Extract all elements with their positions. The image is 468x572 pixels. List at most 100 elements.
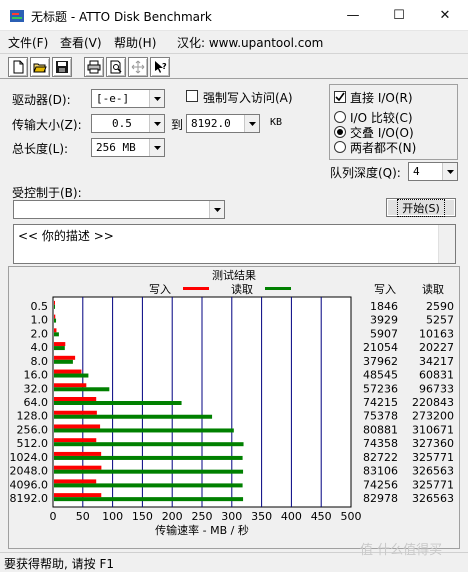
menu-view[interactable]: 查看(V)	[60, 34, 102, 51]
write-value: 82978	[363, 492, 398, 505]
read-value: 20227	[419, 341, 454, 354]
write-value: 48545	[363, 369, 398, 382]
write-value: 80881	[363, 423, 398, 436]
x-tick-label: 450	[311, 510, 332, 523]
table-header-read: 读取	[422, 282, 444, 296]
read-value: 326563	[412, 492, 454, 505]
new-button[interactable]	[8, 57, 28, 77]
open-button[interactable]	[30, 57, 50, 77]
menu-file[interactable]: 文件(F)	[8, 34, 48, 51]
neither-radio[interactable]	[334, 141, 346, 153]
write-bar	[54, 451, 102, 456]
menu-localized-by[interactable]: 汉化: www.upantool.com	[177, 34, 323, 51]
print-button[interactable]	[84, 57, 104, 77]
chevron-down-icon[interactable]	[209, 201, 224, 218]
read-bar	[54, 469, 244, 474]
write-bar	[54, 493, 102, 498]
force-write-checkbox[interactable]	[186, 90, 198, 102]
y-tick-label: 2048.0	[10, 465, 49, 478]
read-value: 220843	[412, 396, 454, 409]
read-bar	[54, 373, 89, 378]
write-bar	[54, 424, 101, 429]
read-value: 2590	[426, 300, 454, 313]
direct-io-checkbox[interactable]	[334, 91, 346, 103]
total-length-select[interactable]: 256 MB	[91, 138, 165, 157]
chevron-down-icon[interactable]	[442, 163, 457, 180]
x-tick-label: 0	[50, 510, 57, 523]
menu-bar: 文件(F) 查看(V) 帮助(H) 汉化: www.upantool.com	[0, 31, 468, 51]
legend-label: 读取	[231, 282, 253, 296]
controlled-by-select[interactable]	[13, 200, 225, 219]
to-label: 到	[171, 118, 184, 132]
x-tick-label: 400	[281, 510, 302, 523]
write-value: 3929	[370, 314, 398, 327]
start-button-label: 开始(S)	[397, 198, 445, 217]
read-bar	[54, 497, 244, 502]
save-button[interactable]	[52, 57, 72, 77]
x-tick-label: 250	[192, 510, 213, 523]
transfer-from-value: 0.5	[112, 117, 132, 130]
chevron-down-icon[interactable]	[149, 90, 164, 107]
read-value: 10163	[419, 327, 454, 340]
print-icon	[87, 60, 101, 74]
force-write-label: 强制写入访问(A)	[203, 91, 293, 105]
drive-select[interactable]: [-e-]	[91, 89, 165, 108]
app-icon	[10, 10, 24, 22]
y-tick-label: 1.0	[31, 314, 49, 327]
drive-label: 驱动器(D):	[12, 93, 71, 107]
write-bar	[54, 355, 76, 360]
y-tick-label: 128.0	[17, 410, 49, 423]
start-button[interactable]: 开始(S)	[386, 198, 456, 217]
description-text: << 你的描述 >>	[18, 229, 114, 243]
minimize-button[interactable]: —	[330, 0, 376, 31]
print-preview-button[interactable]	[106, 57, 126, 77]
x-tick-label: 500	[341, 510, 362, 523]
drive-value: [-e-]	[96, 92, 130, 105]
status-text: 要获得帮助, 请按 F1	[4, 557, 114, 571]
read-bar	[54, 304, 55, 309]
transfer-from-select[interactable]: 0.5	[91, 114, 165, 133]
context-help-button[interactable]: ?	[150, 57, 170, 77]
read-value: 96733	[419, 382, 454, 395]
write-bar	[54, 397, 97, 401]
overlap-io-radio[interactable]	[334, 126, 346, 138]
chevron-down-icon[interactable]	[244, 115, 259, 132]
total-length-value: 256 MB	[96, 141, 136, 154]
controlled-by-label: 受控制于(B):	[12, 186, 82, 200]
close-button[interactable]: ✕	[422, 0, 468, 31]
legend-label: 写入	[149, 283, 171, 296]
y-tick-label: 512.0	[17, 437, 49, 450]
direct-io-label: 直接 I/O(R)	[350, 91, 413, 105]
y-tick-label: 0.5	[31, 300, 49, 313]
legend-swatch	[183, 287, 209, 290]
io-options-group: 直接 I/O(R) I/O 比较(C) 交叠 I/O(O) 两者都不(N)	[329, 84, 458, 160]
x-tick-label: 100	[102, 510, 123, 523]
y-tick-label: 8192.0	[10, 492, 49, 505]
io-compare-radio[interactable]	[334, 111, 346, 123]
read-bar	[54, 359, 73, 364]
read-value: 273200	[412, 410, 454, 423]
description-textarea[interactable]: << 你的描述 >>	[13, 224, 456, 264]
y-tick-label: 16.0	[24, 369, 49, 382]
title-bar[interactable]: 无标题 - ATTO Disk Benchmark — ☐ ✕	[0, 0, 468, 31]
write-bar	[54, 314, 56, 319]
read-value: 327360	[412, 437, 454, 450]
queue-depth-select[interactable]: 4	[408, 162, 458, 181]
transfer-to-select[interactable]: 8192.0	[186, 114, 260, 133]
read-bar	[54, 332, 59, 337]
y-tick-label: 4.0	[31, 341, 49, 354]
menu-help[interactable]: 帮助(H)	[114, 34, 156, 51]
toolbar: ?	[0, 53, 468, 79]
move-icon	[131, 60, 145, 74]
y-tick-label: 64.0	[24, 396, 49, 409]
description-scrollbar[interactable]	[438, 225, 455, 263]
transfer-to-value: 8192.0	[191, 117, 231, 130]
maximize-button[interactable]: ☐	[376, 0, 422, 31]
write-bar	[54, 438, 97, 443]
write-value: 57236	[363, 382, 398, 395]
chevron-down-icon[interactable]	[149, 115, 164, 132]
move-button[interactable]	[128, 57, 148, 77]
write-bar	[54, 383, 87, 388]
chevron-down-icon[interactable]	[149, 139, 164, 156]
write-value: 75378	[363, 410, 398, 423]
